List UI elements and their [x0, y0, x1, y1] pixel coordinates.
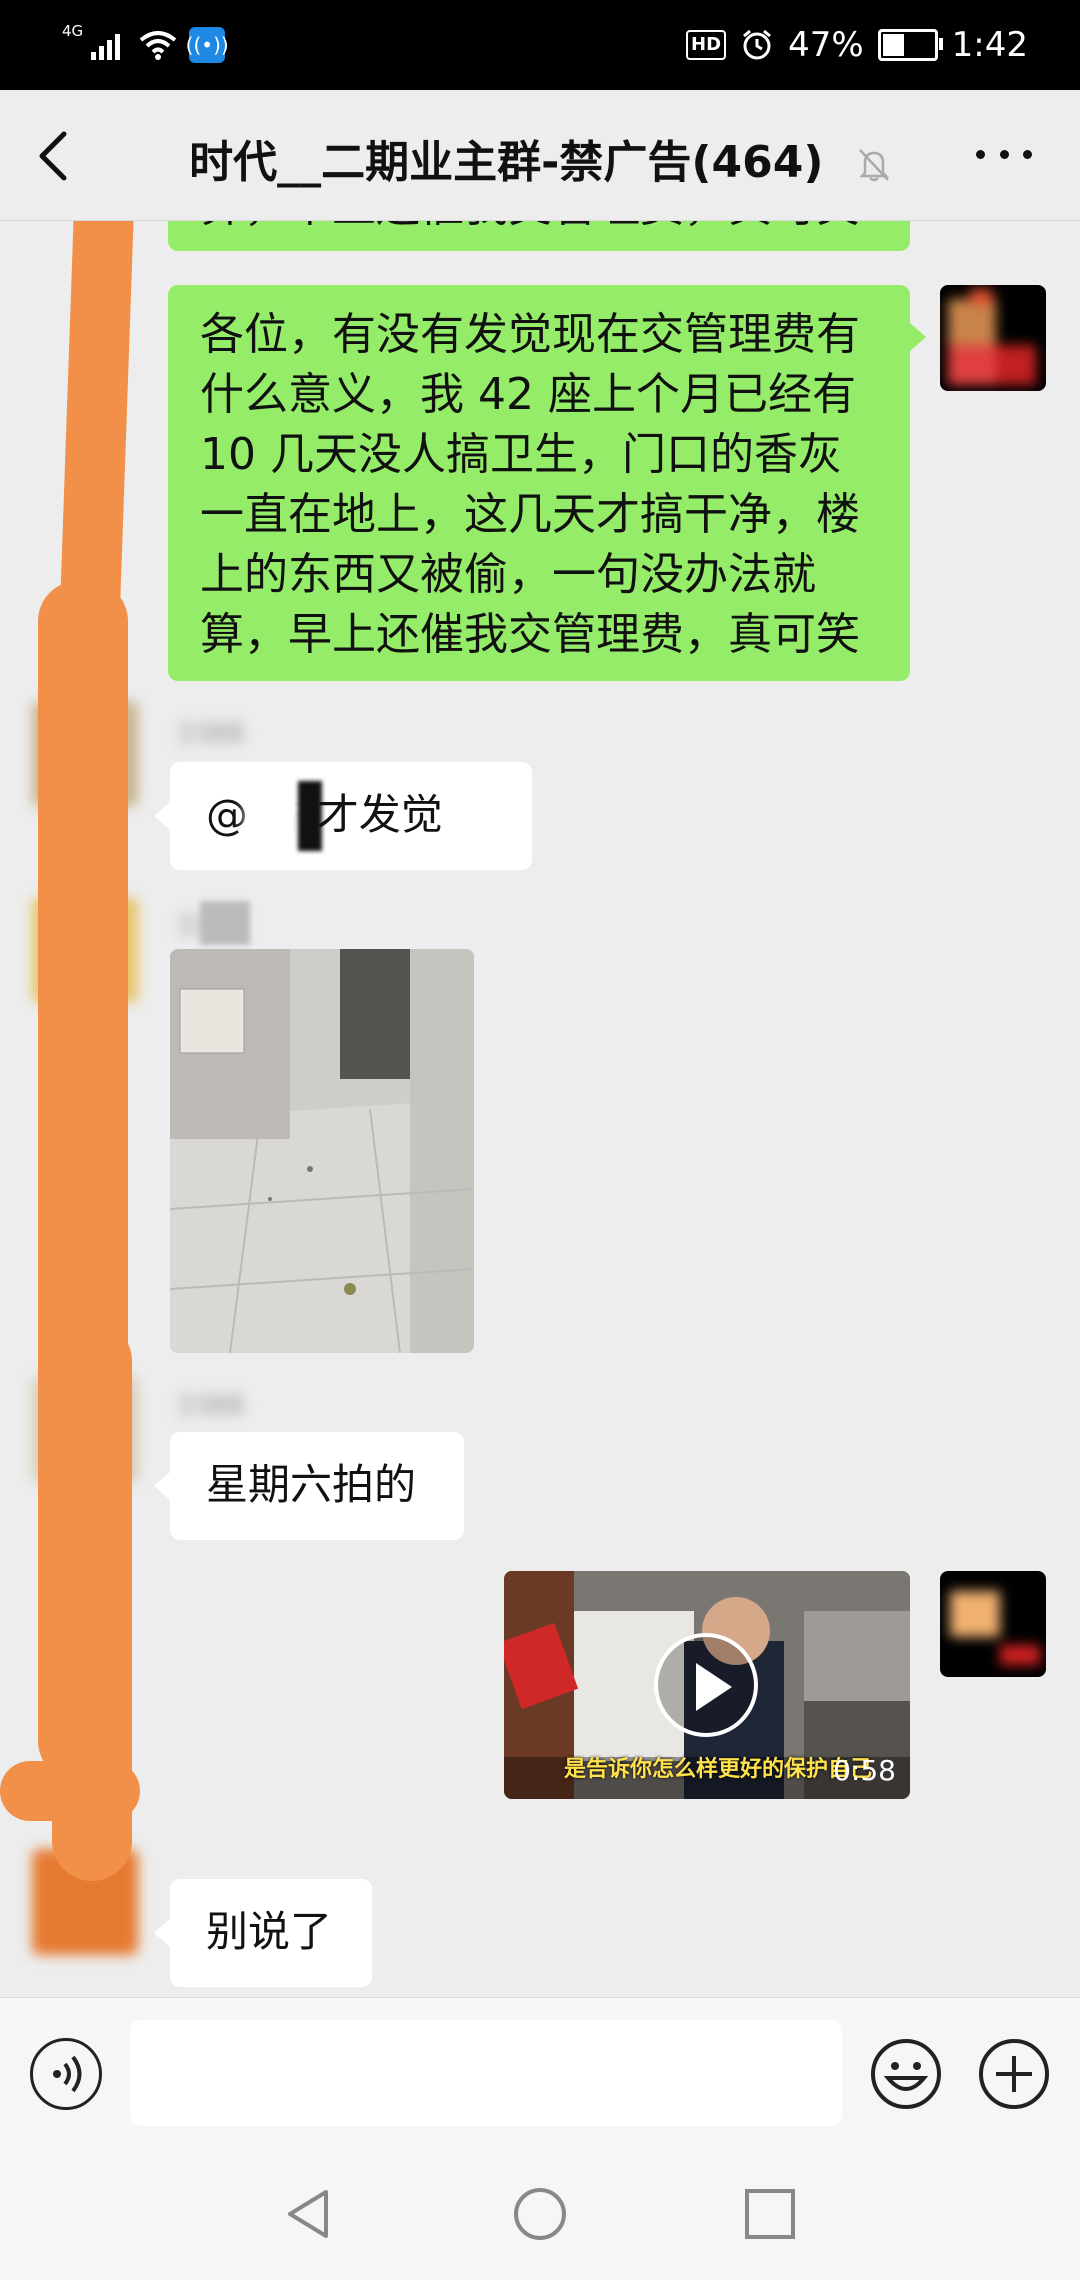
emoji-button[interactable]: [870, 2038, 942, 2110]
input-bar: [0, 1997, 1080, 2148]
nav-recent-button[interactable]: [742, 2186, 798, 2242]
bubble-tail: [910, 323, 926, 351]
message-text: @ 香 才发觉: [206, 790, 443, 839]
message-line: 上的东西又被偷，一句没办法就: [200, 549, 816, 600]
message-line: 什么意义，我 42 座上个月已经有: [200, 369, 856, 420]
more-icon-dot: [976, 149, 985, 159]
redaction-block: [246, 777, 306, 857]
more-button[interactable]: [976, 144, 1032, 164]
message-text: 别说了: [206, 1907, 333, 1956]
clock: 1:42: [951, 25, 1028, 65]
alarm-icon: [743, 29, 772, 60]
chat-title: 时代__二期业主群-禁广告(464): [189, 137, 824, 188]
message-bubble[interactable]: 星期六拍的: [170, 1432, 464, 1540]
avatar[interactable]: [940, 285, 1046, 391]
scribble-redaction: [0, 1761, 140, 1821]
sender-name: 33BB: [176, 1391, 245, 1421]
message-bubble[interactable]: 算，早上还催我交管理费，真可笑: [168, 221, 910, 251]
chat-title-row[interactable]: 时代__二期业主群-禁广告(464): [0, 126, 1080, 190]
nav-back-button[interactable]: [282, 2186, 338, 2242]
message-bubble[interactable]: 各位，有没有发觉现在交管理费有 什么意义，我 42 座上个月已经有 10 几天没…: [168, 285, 910, 681]
message-text: 星期六拍的: [206, 1460, 417, 1509]
avatar-image: [940, 285, 1046, 391]
bell-off-icon: [858, 149, 889, 182]
message-line: 各位，有没有发觉现在交管理费有: [200, 309, 860, 360]
more-icon-dot: [1023, 149, 1032, 159]
video-message[interactable]: 是告诉你怎么样更好的保护自己 0:58: [504, 1571, 910, 1799]
bubble-tail: [154, 1919, 170, 1947]
navigation-bar: [0, 2148, 1080, 2280]
network-type: 4G: [62, 22, 84, 40]
sender-name: 33BB: [176, 719, 245, 749]
chat-area[interactable]: 算，早上还催我交管理费，真可笑 各位，有没有发觉现在交管理费有 什么意义，我 4…: [0, 221, 1080, 1996]
video-caption: 是告诉你怎么样更好的保护自己: [564, 1757, 873, 1782]
redaction-block: [200, 901, 250, 945]
image-message[interactable]: [170, 949, 474, 1353]
message-line: 10 几天没人搞卫生，门口的香灰: [200, 429, 842, 480]
message-bubble[interactable]: @ 香 才发觉: [170, 762, 532, 870]
wifi-icon: [139, 31, 177, 60]
battery-percent: 47%: [788, 25, 864, 65]
bubble-tail: [154, 802, 170, 830]
photo-thumbnail: [170, 949, 474, 1353]
status-right: HD 47% 1:42: [686, 22, 1028, 68]
avatar[interactable]: [940, 1571, 1046, 1677]
play-icon[interactable]: [654, 1633, 758, 1737]
voice-button[interactable]: [30, 2038, 102, 2110]
bubble-tail: [154, 1472, 170, 1500]
message-line: 一直在地上，这几天才搞干净，楼: [200, 489, 860, 540]
message-bubble[interactable]: 别说了: [170, 1879, 372, 1987]
status-bar: 4G ((•)) HD 47% 1:42: [0, 0, 1080, 90]
message-text: 算，早上还催我交管理费，真可笑: [200, 221, 878, 237]
avatar-image: [940, 1571, 1046, 1677]
voice-icon: [53, 2055, 82, 2093]
chat-header: 时代__二期业主群-禁广告(464): [0, 90, 1080, 221]
status-left: 4G ((•)): [58, 22, 229, 68]
message-input[interactable]: [130, 2020, 842, 2126]
wifi-calling-icon: ((•)): [186, 27, 229, 63]
signal-icon: [91, 34, 121, 60]
video-duration: 0:58: [833, 1754, 896, 1787]
more-icon-dot: [999, 149, 1009, 159]
message-line: 算，早上还催我交管理费，真可笑: [200, 609, 860, 660]
hd-icon: HD: [686, 30, 727, 60]
battery-icon: [877, 29, 943, 61]
battery-level: [882, 34, 905, 56]
plus-button[interactable]: [978, 2038, 1050, 2110]
redaction-block: [298, 781, 322, 851]
nav-home-button[interactable]: [512, 2186, 568, 2242]
